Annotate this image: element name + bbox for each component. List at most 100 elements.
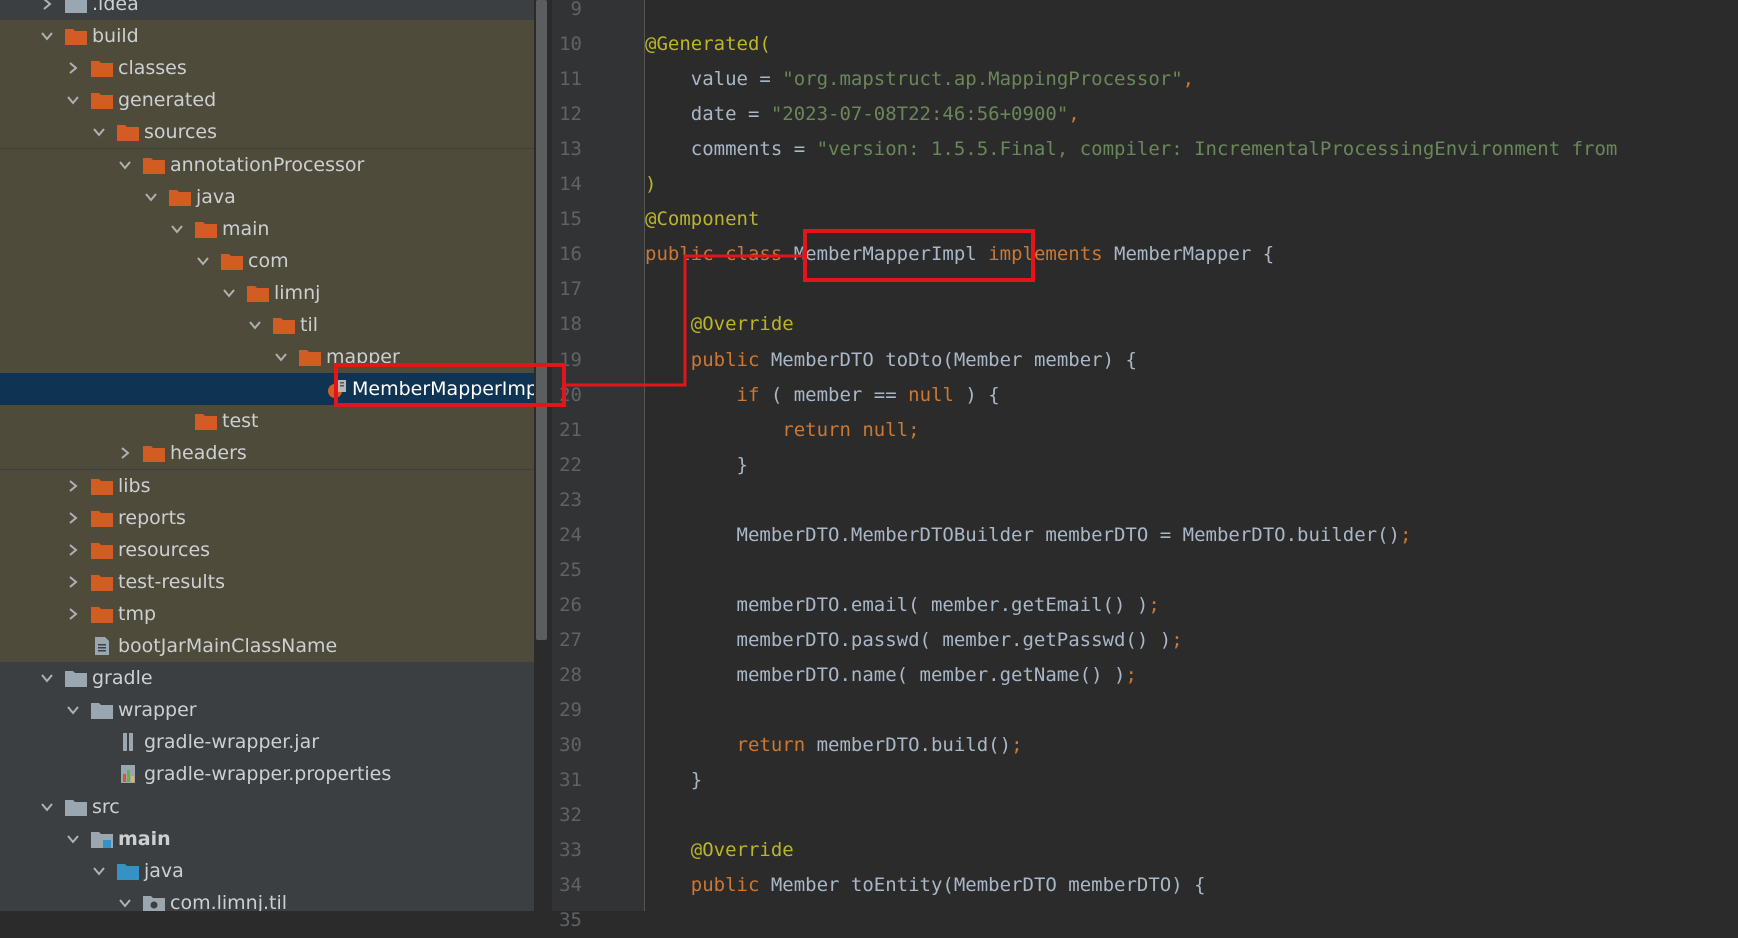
chevron-down-icon[interactable] [270, 346, 292, 368]
code-token: MemberMapper { [1114, 243, 1275, 266]
folder-orange-icon [272, 315, 296, 335]
line-number: 35 [559, 909, 582, 932]
tree-item-label: gradle [92, 667, 153, 690]
chevron-down-icon[interactable] [244, 314, 266, 336]
chevron-down-icon[interactable] [218, 282, 240, 304]
chevron-right-icon[interactable] [36, 0, 58, 15]
tree-item[interactable]: com [0, 244, 534, 277]
tree-item[interactable]: limnj [0, 276, 534, 309]
code-line[interactable]: MemberDTO.MemberDTOBuilder memberDTO = M… [645, 518, 1412, 553]
tree-item[interactable]: com.limnj.til [0, 887, 534, 911]
code-line[interactable]: if ( memberDTO == null ) { [645, 903, 1034, 911]
tree-item[interactable]: classes [0, 52, 534, 85]
tree-item-label: wrapper [118, 699, 197, 722]
code-line[interactable]: public Member toEntity(MemberDTO memberD… [645, 868, 1206, 903]
code-token: MemberDTO toDto(Member member) { [770, 348, 1137, 371]
tree-item[interactable]: src [0, 791, 534, 823]
line-number: 27 [559, 628, 582, 651]
chevron-down-icon[interactable] [62, 89, 84, 111]
code-line[interactable]: comments = "version: 1.5.5.Final, compil… [645, 132, 1618, 167]
code-token: Member toEntity(MemberDTO memberDTO) { [770, 874, 1206, 897]
line-number: 24 [559, 523, 582, 546]
chevron-down-icon[interactable] [114, 892, 136, 911]
tree-item[interactable]: test [0, 405, 534, 438]
chevron-right-icon[interactable] [62, 539, 84, 561]
code-token: memberDTO.passwd( member.getPasswd() ) [645, 628, 1172, 651]
tree-item[interactable]: til [0, 309, 534, 341]
code-line[interactable]: public MemberDTO toDto(Member member) { [645, 343, 1137, 378]
tree-item[interactable]: java [0, 180, 534, 213]
tree-item[interactable]: .idea [0, 0, 534, 20]
chevron-down-icon[interactable] [166, 218, 188, 240]
chevron-down-icon[interactable] [36, 667, 58, 689]
tree-item[interactable]: java [0, 855, 534, 887]
tree-item[interactable]: wrapper [0, 694, 534, 726]
tree-item[interactable]: build [0, 20, 534, 53]
tree-item-label: reports [118, 506, 186, 529]
code-line[interactable]: return null; [645, 413, 919, 448]
tree-item[interactable]: bootJarMainClassName [0, 630, 534, 662]
chevron-down-icon[interactable] [62, 699, 84, 721]
code-line[interactable]: } [645, 763, 702, 798]
code-line[interactable]: value = "org.mapstruct.ap.MappingProcess… [645, 62, 1194, 97]
tree-item[interactable]: resources [0, 533, 534, 566]
code-token: @Generated( [645, 33, 771, 56]
tree-item[interactable]: libs [0, 469, 534, 502]
code-token: ; [1399, 523, 1412, 546]
tree-item[interactable]: gradle-wrapper.properties [0, 758, 534, 790]
code-token: ; [1011, 734, 1023, 757]
tree-item-label: annotationProcessor [170, 153, 365, 176]
code-line[interactable]: ) [645, 167, 656, 202]
code-line[interactable]: return memberDTO.build(); [645, 728, 1023, 763]
tree-item[interactable]: test-results [0, 565, 534, 598]
line-number: 30 [559, 734, 582, 757]
code-line[interactable]: @Generated( [645, 27, 771, 62]
tree-item-label: tmp [118, 602, 157, 625]
chevron-right-icon[interactable] [62, 507, 84, 529]
tree-item[interactable]: main [0, 212, 534, 245]
chevron-down-icon[interactable] [62, 828, 84, 850]
tree-item[interactable]: gradle-wrapper.jar [0, 726, 534, 758]
chevron-right-icon[interactable] [62, 475, 84, 497]
chevron-down-icon[interactable] [88, 860, 110, 882]
code-editor[interactable]: @Generated( value = "org.mapstruct.ap.Ma… [645, 0, 1738, 911]
chevron-right-icon[interactable] [62, 603, 84, 625]
chevron-down-icon[interactable] [192, 250, 214, 272]
code-line[interactable]: } [645, 448, 748, 483]
tree-item-label: java [196, 185, 236, 208]
line-number: 11 [559, 68, 582, 91]
code-token: ) { [965, 383, 1000, 406]
chevron-down-icon[interactable] [140, 186, 162, 208]
tree-item[interactable]: generated [0, 84, 534, 117]
tree-item[interactable]: main [0, 823, 534, 855]
project-tree: .idea build classes generated sources annotat… [0, 0, 534, 911]
line-number: 34 [559, 874, 582, 897]
code-token: ( member == [770, 383, 909, 406]
chevron-right-icon[interactable] [62, 57, 84, 79]
code-line[interactable]: memberDTO.passwd( member.getPasswd() ); [645, 623, 1183, 658]
code-line[interactable]: @Component [645, 202, 759, 237]
tree-item[interactable]: headers [0, 437, 534, 470]
tree-item[interactable]: sources [0, 116, 534, 149]
folder-orange-icon [298, 347, 322, 367]
chevron-down-icon[interactable] [36, 25, 58, 47]
chevron-down-icon[interactable] [114, 154, 136, 176]
chevron-right-icon[interactable] [62, 571, 84, 593]
code-line[interactable]: date = "2023-07-08T22:46:56+0900", [645, 97, 1080, 132]
code-line[interactable]: memberDTO.name( member.getName() ); [645, 658, 1137, 693]
code-line[interactable]: memberDTO.email( member.getEmail() ); [645, 588, 1160, 623]
chevron-down-icon[interactable] [36, 796, 58, 818]
tree-item[interactable]: gradle [0, 662, 534, 694]
code-line[interactable]: @Override [645, 833, 794, 868]
chevron-down-icon[interactable] [88, 121, 110, 143]
code-token: @Override [645, 839, 794, 862]
chevron-right-icon[interactable] [114, 442, 136, 464]
tree-item-label: src [92, 795, 120, 818]
code-line[interactable]: if ( member == null ) { [645, 378, 1000, 413]
code-line[interactable]: @Override [645, 307, 794, 342]
tree-item[interactable]: annotationProcessor [0, 148, 534, 181]
project-tree-scrollbar-thumb[interactable] [536, 0, 547, 640]
folder-gray-icon [90, 700, 114, 720]
tree-item[interactable]: reports [0, 501, 534, 534]
tree-item[interactable]: tmp [0, 597, 534, 630]
